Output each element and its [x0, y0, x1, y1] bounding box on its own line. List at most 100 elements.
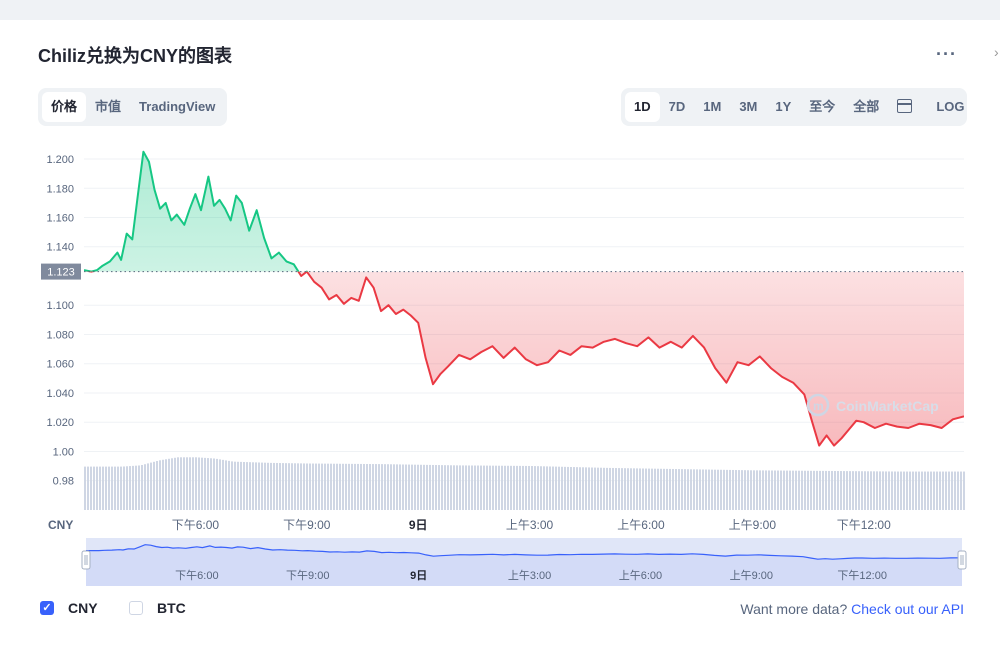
price-chart[interactable]: 1.200 1.180 1.160 1.140 1.100 1.080 1.060 1.040… — [0, 0, 1000, 600]
volume-bar — [702, 469, 704, 510]
volume-bar — [282, 463, 284, 510]
volume-bar — [402, 464, 404, 510]
volume-bar — [327, 463, 329, 510]
volume-bar — [663, 468, 665, 510]
y-tick-label: 1.100 — [46, 300, 74, 312]
volume-bar — [522, 465, 524, 510]
navigator-left-handle[interactable] — [81, 550, 91, 570]
volume-bar — [492, 465, 494, 510]
volume-bar — [720, 469, 722, 510]
volume-bar — [612, 467, 614, 510]
volume-bar — [840, 471, 842, 510]
volume-bar — [690, 469, 692, 510]
volume-bar — [237, 461, 239, 510]
volume-bar — [339, 463, 341, 510]
volume-bar — [783, 470, 785, 510]
legend-btc[interactable]: BTC — [129, 600, 186, 616]
volume-bar — [618, 468, 620, 510]
volume-bar — [795, 470, 797, 510]
volume-bar — [342, 463, 344, 510]
volume-bar — [102, 466, 104, 510]
volume-bar — [387, 464, 389, 510]
navigator-x-tick-label: 9日 — [410, 569, 427, 582]
volume-bar — [444, 465, 446, 510]
volume-bar — [558, 466, 560, 510]
btc-checkbox[interactable] — [129, 601, 143, 615]
volume-bar — [273, 462, 275, 510]
volume-bar — [357, 463, 359, 510]
x-tick-label: 下午6:00 — [172, 518, 220, 532]
x-tick-label: 上午6:00 — [617, 518, 665, 532]
volume-bar — [741, 470, 743, 510]
volume-bar — [168, 458, 170, 510]
volume-bar — [570, 466, 572, 510]
volume-bar — [882, 471, 884, 510]
volume-bar — [462, 465, 464, 510]
volume-bar — [228, 460, 230, 510]
volume-bar — [933, 471, 935, 510]
y-axis: 1.200 1.180 1.160 1.140 1.100 1.080 1.060 1.040… — [46, 154, 74, 488]
volume-bar — [636, 468, 638, 510]
volume-bar — [834, 471, 836, 510]
volume-bar — [120, 466, 122, 510]
volume-bar — [468, 465, 470, 510]
volume-bar — [291, 463, 293, 510]
cny-checkbox[interactable] — [40, 601, 54, 615]
navigator-x-tick-label: 下午9:00 — [286, 569, 329, 582]
volume-bar — [615, 468, 617, 510]
volume-bar — [600, 467, 602, 510]
volume-bar — [375, 464, 377, 510]
volume-bar — [132, 465, 134, 510]
volume-bar — [126, 466, 128, 510]
volume-bar — [837, 471, 839, 510]
volume-bar — [906, 471, 908, 510]
navigator[interactable]: 下午6:00 下午9:00 9日 上午3:00 上午6:00 上午9:00 下午12:00 — [81, 538, 967, 586]
volume-bar — [798, 470, 800, 510]
volume-bar — [885, 471, 887, 510]
volume-bar — [312, 463, 314, 510]
volume-bar — [537, 466, 539, 510]
volume-bar — [672, 468, 674, 510]
legend-cny[interactable]: CNY — [40, 600, 98, 616]
volume-bar — [336, 463, 338, 510]
volume-bar — [597, 467, 599, 510]
volume-bar — [483, 465, 485, 510]
navigator-right-handle[interactable] — [957, 550, 967, 570]
volume-bar — [606, 467, 608, 510]
volume-bar — [927, 471, 929, 510]
api-link[interactable]: Check out our API — [851, 601, 964, 617]
volume-bar — [435, 465, 437, 510]
volume-bar — [726, 469, 728, 510]
volume-bar — [579, 467, 581, 510]
volume-bar — [849, 471, 851, 510]
volume-bar — [723, 469, 725, 510]
volume-bar — [861, 471, 863, 510]
volume-bar — [513, 465, 515, 510]
volume-bar — [405, 464, 407, 510]
volume-bar — [810, 470, 812, 510]
volume-bar — [552, 466, 554, 510]
volume-bar — [642, 468, 644, 510]
volume-bar — [603, 467, 605, 510]
x-tick-label: 9日 — [409, 518, 428, 532]
volume-bar — [408, 464, 410, 510]
volume-bar — [963, 471, 965, 510]
volume-bar — [780, 470, 782, 510]
volume-bar — [957, 471, 959, 510]
volume-bar — [429, 464, 431, 510]
x-tick-label: 上午9:00 — [729, 518, 777, 532]
volume-bar — [276, 462, 278, 510]
volume-bar — [90, 466, 92, 510]
volume-bar — [801, 470, 803, 510]
volume-bar — [915, 471, 917, 510]
volume-bar — [609, 467, 611, 510]
y-tick-label: 1.200 — [46, 154, 74, 166]
volume-bar — [771, 470, 773, 510]
volume-bar — [96, 466, 98, 510]
volume-bar — [411, 464, 413, 510]
volume-bar — [735, 470, 737, 510]
x-axis: 下午6:00 下午9:00 9日 上午3:00 上午6:00 上午9:00 下午12:00 — [172, 518, 891, 532]
volume-bar — [582, 467, 584, 510]
volume-bar — [84, 466, 86, 510]
volume-bar — [198, 457, 200, 510]
